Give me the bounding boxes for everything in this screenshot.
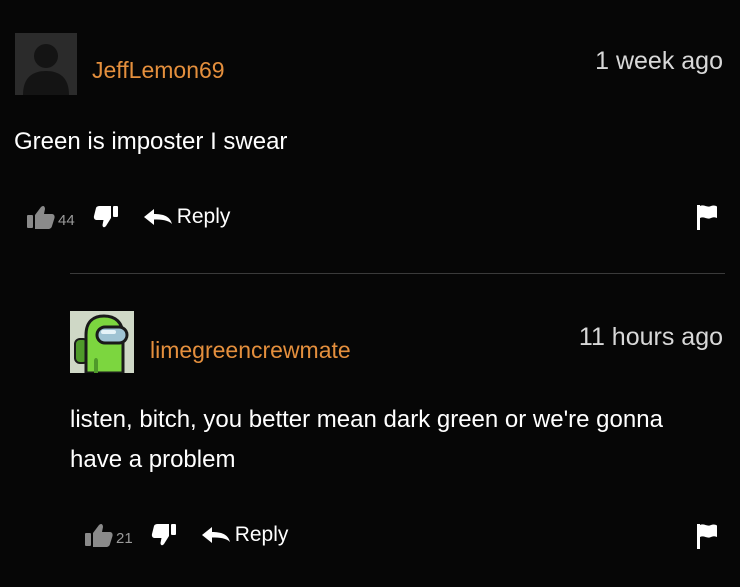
downvote-button[interactable] — [151, 523, 177, 547]
timestamp: 1 week ago — [595, 47, 723, 75]
flag-icon — [697, 524, 717, 549]
username-link[interactable]: JeffLemon69 — [92, 56, 225, 84]
comment-text: Green is imposter I swear — [14, 128, 288, 155]
downvote-button[interactable] — [93, 205, 119, 229]
comment-actions: 44 Reply — [26, 202, 230, 232]
thumbs-up-icon — [27, 205, 55, 229]
thumbs-up-icon — [85, 523, 113, 547]
thumbs-down-icon — [93, 206, 118, 228]
reply-button[interactable]: Reply — [201, 523, 289, 547]
crewmate-icon — [70, 311, 134, 373]
upvote-button[interactable]: 44 — [26, 204, 75, 230]
flag-icon — [697, 205, 717, 230]
user-silhouette-icon — [15, 33, 77, 95]
reply-arrow-icon — [143, 209, 172, 225]
timestamp: 11 hours ago — [578, 323, 723, 351]
avatar[interactable] — [70, 311, 134, 373]
comment-text: listen, bitch, you better mean dark gree… — [70, 406, 663, 473]
comment-divider — [70, 273, 725, 274]
like-count: 21 — [116, 529, 133, 547]
flag-button[interactable] — [695, 522, 719, 555]
avatar[interactable] — [15, 33, 77, 95]
like-count: 44 — [58, 211, 75, 229]
flag-button[interactable] — [695, 203, 719, 236]
username-link[interactable]: limegreencrewmate — [150, 336, 351, 364]
upvote-button[interactable]: 21 — [84, 522, 133, 548]
reply-label: Reply — [176, 205, 231, 228]
reply-button[interactable]: Reply — [143, 205, 231, 229]
reply-arrow-icon — [201, 527, 230, 543]
reply-label: Reply — [234, 523, 289, 546]
thumbs-down-icon — [151, 524, 176, 546]
comment-actions: 21 Reply — [84, 520, 288, 550]
